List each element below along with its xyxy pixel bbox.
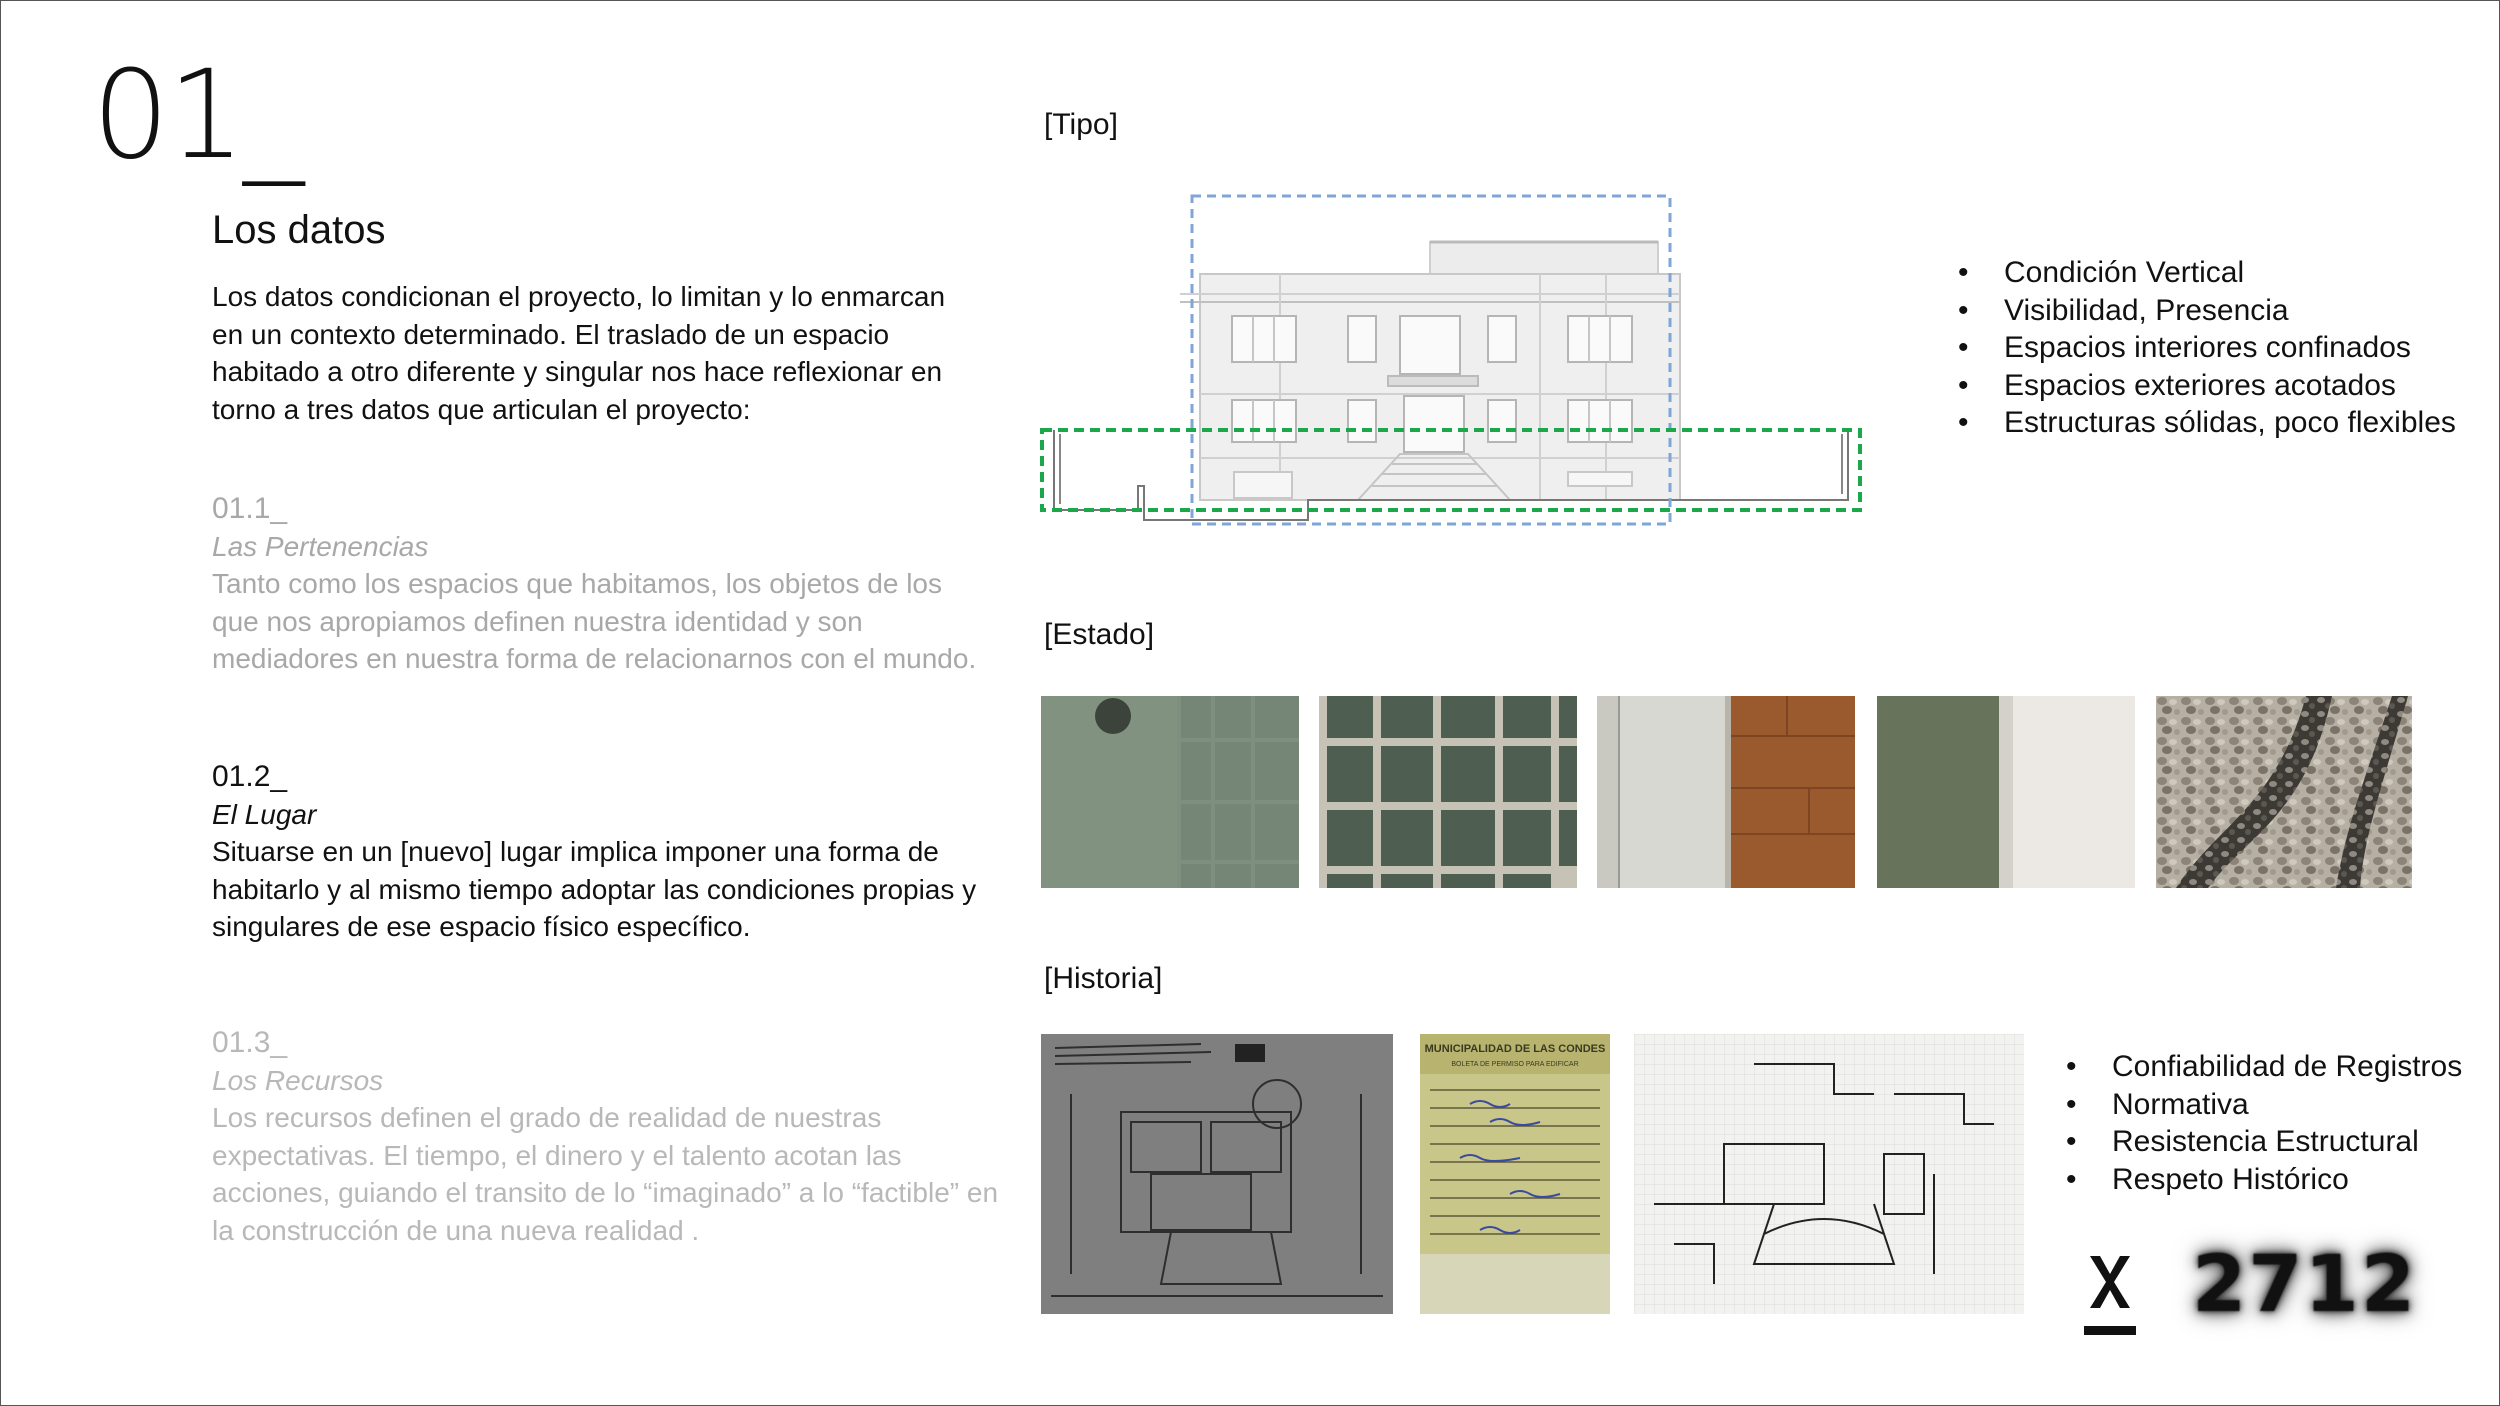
historia-label: [Historia] — [1044, 962, 1163, 995]
list-item: Estructuras sólidas, poco flexibles — [1958, 404, 2456, 442]
building-elevation-drawing — [1040, 194, 1862, 526]
section-title: Los datos — [212, 208, 386, 252]
historia-bullet-list: Confiabilidad de Registros Normativa Res… — [2066, 1048, 2462, 1198]
list-item: Espacios exteriores acotados — [1958, 367, 2456, 405]
photo-concrete-and-wood — [1597, 696, 1855, 888]
list-item: Espacios interiores confinados — [1958, 329, 2456, 367]
subsection-text: Tanto como los espacios que habitamos, l… — [212, 568, 977, 674]
svg-text:BOLETA DE PERMISO PARA EDIFICA: BOLETA DE PERMISO PARA EDIFICAR — [1451, 1061, 1578, 1068]
list-item: Confiabilidad de Registros — [2066, 1048, 2462, 1086]
list-item: Visibilidad, Presencia — [1958, 292, 2456, 330]
photo-municipal-permit-document: MUNICIPALIDAD DE LAS CONDES BOLETA DE PE… — [1420, 1034, 1610, 1314]
photo-green-grid-tiles — [1319, 696, 1577, 888]
svg-text:MUNICIPALIDAD DE LAS CONDES: MUNICIPALIDAD DE LAS CONDES — [1425, 1043, 1606, 1055]
subsection-number: 01.3_ — [212, 1026, 288, 1059]
estado-label: [Estado] — [1044, 618, 1155, 651]
subsection-3: 01.3_ Los Recursos Los recursos definen … — [212, 1024, 1002, 1249]
subsection-number: 01.1_ — [212, 492, 288, 525]
photo-pebble-mosaic — [2156, 696, 2412, 888]
subsection-text: Situarse en un [nuevo] lugar implica imp… — [212, 836, 977, 942]
subsection-title: El Lugar — [212, 799, 317, 830]
seal-2712-logo: 2712 — [2192, 1240, 2418, 1330]
section-number: 01_ — [92, 44, 304, 186]
photo-green-stone-and-plaster — [1877, 696, 2135, 888]
x-logo-icon — [2090, 1256, 2130, 1308]
tipo-label: [Tipo] — [1044, 108, 1118, 141]
subsection-text: Los recursos definen el grado de realida… — [212, 1102, 999, 1246]
subsection-number: 01.2_ — [212, 760, 288, 793]
list-item: Normativa — [2066, 1086, 2462, 1124]
x-logo-underline — [2084, 1326, 2136, 1335]
section-intro: Los datos condicionan el proyecto, lo li… — [212, 281, 946, 425]
photo-hand-drawn-plan-sketch — [1634, 1034, 2024, 1314]
list-item: Condición Vertical — [1958, 254, 2456, 292]
subsection-title: Los Recursos — [212, 1065, 384, 1096]
photo-green-tile-floor — [1041, 696, 1299, 888]
subsection-1: 01.1_ Las Pertenencias Tanto como los es… — [212, 490, 992, 678]
list-item: Respeto Histórico — [2066, 1161, 2462, 1199]
subsection-title: Las Pertenencias — [212, 531, 429, 562]
list-item: Resistencia Estructural — [2066, 1123, 2462, 1161]
tipo-bullet-list: Condición Vertical Visibilidad, Presenci… — [1958, 254, 2456, 442]
subsection-2: 01.2_ El Lugar Situarse en un [nuevo] lu… — [212, 758, 992, 946]
photo-floor-plan-blueprint — [1041, 1034, 1393, 1314]
